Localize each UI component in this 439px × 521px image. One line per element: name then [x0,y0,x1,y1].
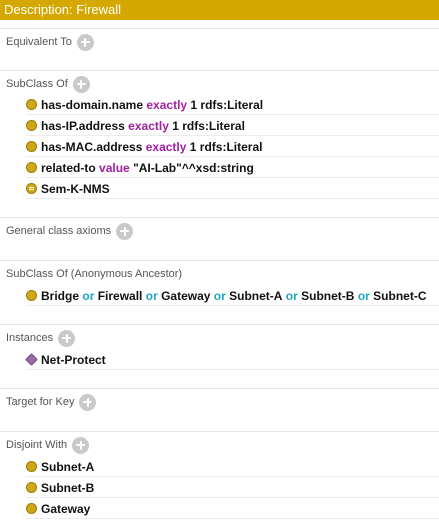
disjoint-row[interactable]: Subnet-B [26,478,439,498]
subclass-row[interactable]: has-IP.address exactly 1 rdfs:Literal [26,116,439,136]
section-label: Target for Key [6,396,75,408]
section-instances: Instances [6,328,76,348]
instance-row[interactable]: Net-Protect [25,350,439,370]
section-general-class-axioms: General class axioms [6,221,134,241]
section-equivalent-to: Equivalent To [6,32,94,52]
section-label: SubClass Of [6,78,68,90]
add-disjoint-icon[interactable] [72,436,90,454]
class-bullet-icon [26,99,37,110]
divider [0,70,439,71]
add-key-icon[interactable] [79,393,97,411]
add-subclass-icon[interactable] [72,75,90,93]
class-bullet-icon [26,120,37,131]
individual-diamond-icon [25,353,38,366]
ancestor-row[interactable]: Bridge or Firewall or Gateway or Subnet-… [26,286,439,306]
divider [0,324,439,325]
section-target-for-key: Target for Key [6,392,97,412]
subclass-row[interactable]: related-to value "AI-Lab"^^xsd:string [26,158,439,178]
class-bullet-icon [26,290,37,301]
class-bullet-icon [26,162,37,173]
subclass-row[interactable]: has-domain.name exactly 1 rdfs:Literal [26,95,439,115]
class-bullet-icon [26,503,37,514]
add-instance-icon[interactable] [58,329,76,347]
divider [0,217,439,218]
section-label: Instances [6,332,54,344]
disjoint-row[interactable]: Gateway [26,499,439,519]
disjoint-row[interactable]: Subnet-A [26,457,439,477]
section-anonymous-ancestor: SubClass Of (Anonymous Ancestor) [6,264,182,284]
section-label: General class axioms [6,225,112,237]
subclass-row[interactable]: Sem-K-NMS [26,179,439,199]
class-bullet-icon [26,461,37,472]
section-subclass-of: SubClass Of [6,74,90,94]
equivalent-class-icon [26,183,37,194]
divider [0,28,439,29]
divider [0,260,439,261]
section-disjoint-with: Disjoint With [6,435,90,455]
divider [0,388,439,389]
section-label: Disjoint With [6,439,68,451]
add-general-axiom-icon[interactable] [116,222,134,240]
class-bullet-icon [26,482,37,493]
section-label: SubClass Of (Anonymous Ancestor) [6,268,183,280]
section-label: Equivalent To [6,36,72,48]
view-title: Description: Firewall [0,0,439,20]
divider [0,431,439,432]
subclass-row[interactable]: has-MAC.address exactly 1 rdfs:Literal [26,137,439,157]
add-equivalent-icon[interactable] [76,33,94,51]
class-bullet-icon [26,141,37,152]
